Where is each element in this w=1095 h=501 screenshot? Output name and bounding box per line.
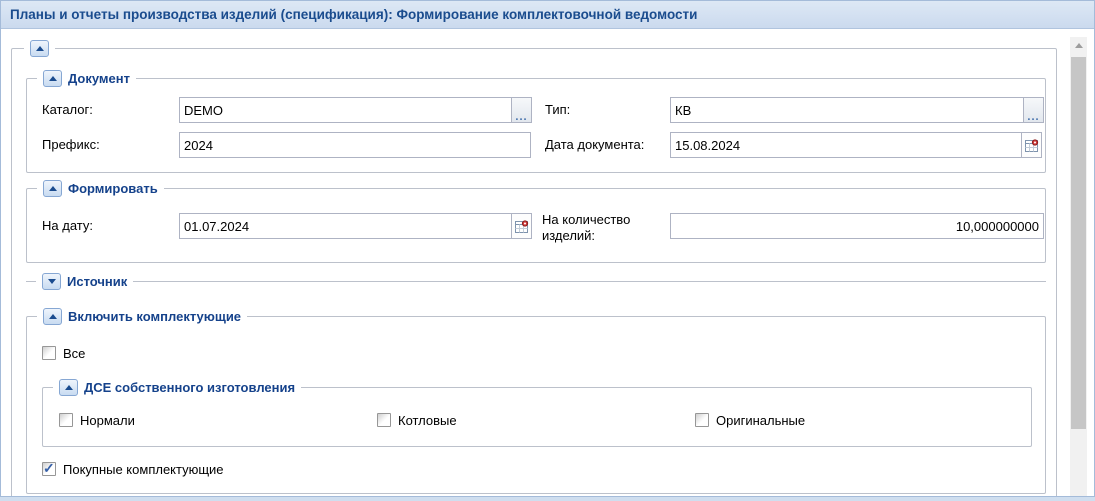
all-checkbox-label: Все xyxy=(63,346,85,362)
collapse-toggle-document[interactable] xyxy=(43,70,62,87)
all-checkbox[interactable] xyxy=(42,346,56,360)
doc-date-label: Дата документа: xyxy=(545,137,644,153)
include-fieldset-title: Включить комплектующие xyxy=(68,309,241,324)
generate-fieldset: Формировать На дату: На количество издел… xyxy=(26,188,1046,263)
type-label: Тип: xyxy=(545,102,570,118)
own-manufacture-fieldset: ДСЕ собственного изготовления Нормали Ко… xyxy=(42,387,1032,447)
include-fieldset: Включить комплектующие Все ДСЕ собственн… xyxy=(26,316,1046,494)
source-fieldset-title: Источник xyxy=(67,274,127,289)
originalnye-checkbox-label: Оригинальные xyxy=(716,413,805,429)
type-picker-button[interactable]: ... xyxy=(1023,97,1044,123)
expand-toggle-source[interactable] xyxy=(42,273,61,290)
type-input[interactable] xyxy=(670,97,1024,123)
on-date-label: На дату: xyxy=(42,218,93,234)
collapse-toggle-include[interactable] xyxy=(43,308,62,325)
chevron-up-icon xyxy=(49,76,57,81)
source-fieldset: Источник xyxy=(26,281,1046,282)
window-title: Планы и отчеты производства изделий (спе… xyxy=(10,7,697,22)
kotlovye-checkbox[interactable] xyxy=(377,413,391,427)
chevron-up-icon xyxy=(49,186,57,191)
own-manufacture-fieldset-title: ДСЕ собственного изготовления xyxy=(84,380,295,395)
quantity-label: На количество изделий: xyxy=(542,212,662,244)
chevron-up-icon xyxy=(65,385,73,390)
document-fieldset-title: Документ xyxy=(68,71,130,86)
quantity-input[interactable] xyxy=(670,213,1044,239)
chevron-down-icon xyxy=(48,279,56,284)
originalnye-checkbox[interactable] xyxy=(695,413,709,427)
calendar-icon xyxy=(1025,139,1039,152)
collapse-toggle-own-manufacture[interactable] xyxy=(59,379,78,396)
kotlovye-checkbox-label: Котловые xyxy=(398,413,457,429)
catalog-input[interactable] xyxy=(179,97,512,123)
doc-date-picker-button[interactable] xyxy=(1021,132,1042,158)
catalog-picker-button[interactable]: ... xyxy=(511,97,532,123)
window-titlebar: Планы и отчеты производства изделий (спе… xyxy=(1,1,1094,29)
chevron-up-icon xyxy=(49,314,57,319)
on-date-input[interactable] xyxy=(179,213,512,239)
chevron-up-icon xyxy=(36,46,44,51)
prefix-label: Префикс: xyxy=(42,137,100,153)
doc-date-input[interactable] xyxy=(670,132,1022,158)
on-date-picker-button[interactable] xyxy=(511,213,532,239)
normali-checkbox-label: Нормали xyxy=(80,413,135,429)
collapse-toggle-outer[interactable] xyxy=(30,40,49,57)
catalog-label: Каталог: xyxy=(42,102,93,118)
purchased-checkbox-label: Покупные комплектующие xyxy=(63,462,224,478)
scrollbar-thumb[interactable] xyxy=(1071,57,1086,429)
purchased-checkbox[interactable] xyxy=(42,462,56,476)
vertical-scrollbar[interactable] xyxy=(1070,37,1087,497)
scrollbar-up-button[interactable] xyxy=(1070,37,1087,54)
ellipsis-icon: ... xyxy=(1027,112,1039,122)
generate-fieldset-title: Формировать xyxy=(68,181,158,196)
document-fieldset: Документ Каталог: ... Тип: ... Префикс: … xyxy=(26,78,1046,173)
prefix-input[interactable] xyxy=(179,132,531,158)
scroll-up-icon xyxy=(1075,43,1083,48)
form-window: Планы и отчеты производства изделий (спе… xyxy=(0,0,1095,497)
ellipsis-icon: ... xyxy=(515,112,527,122)
normali-checkbox[interactable] xyxy=(59,413,73,427)
calendar-icon xyxy=(515,220,529,233)
collapse-toggle-generate[interactable] xyxy=(43,180,62,197)
